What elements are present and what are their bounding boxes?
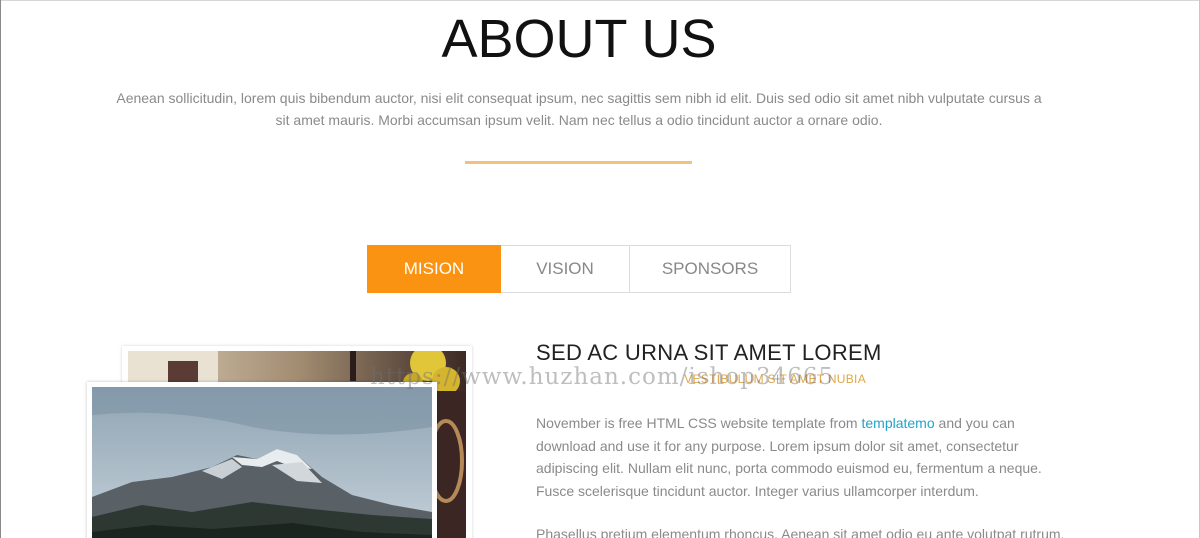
tab-mision[interactable]: MISION <box>367 245 501 293</box>
front-photo-frame <box>87 382 437 538</box>
frame-top-border <box>0 0 1200 1</box>
mountain-photo <box>92 387 432 538</box>
tab-vision[interactable]: VISION <box>501 245 630 293</box>
tab-sponsors[interactable]: SPONSORS <box>630 245 791 293</box>
frame-left-border <box>0 0 1 538</box>
content-title: SED AC URNA SIT AMET LOREM <box>536 340 882 365</box>
templatemo-link[interactable]: templatemo <box>861 415 934 431</box>
intro-text: Aenean sollicitudin, lorem quis bibendum… <box>116 90 1042 128</box>
content-paragraph-2: Phasellus pretium elementum rhoncus. Aen… <box>536 526 1065 538</box>
page-title: ABOUT US <box>441 9 717 69</box>
paragraph-text: November is free HTML CSS website templa… <box>536 415 862 431</box>
about-tabs: MISION VISION SPONSORS <box>367 245 791 293</box>
content-subtitle: VESTIBULUM SIT AMET NUBIA <box>684 372 866 386</box>
content-paragraph-1: November is free HTML CSS website templa… <box>536 412 1076 502</box>
section-divider <box>465 161 692 164</box>
